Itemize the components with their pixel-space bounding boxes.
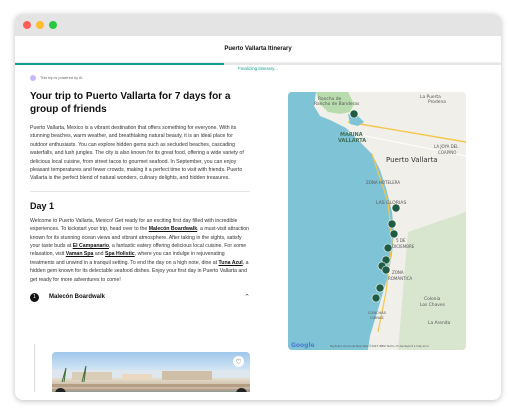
map-label: DICIEMBRE [392,244,415,249]
map-label: La Arenita [428,320,451,326]
place-link-spa-holistic[interactable]: Spa Holistic [105,251,135,257]
ai-note-text: This trip is powered by AI. [40,76,84,80]
divider [30,190,250,192]
map-label: VALLARTA [338,138,366,144]
google-logo: Google [291,342,315,349]
map-marker[interactable] [387,219,397,229]
title-bar [15,14,501,36]
map-label: CONCHAS [368,311,387,315]
map-label: 5 DE [396,238,406,243]
map-label: LA JOYA DEL [434,144,459,149]
maximize-window-button[interactable] [49,21,57,29]
day-title: Day 1 [30,200,55,211]
place-link-el-campanario[interactable]: El Campanario [73,243,109,249]
place-link-tuna-azul[interactable]: Tuna Azul [219,260,243,266]
map-label: Puerto Vallarta [386,156,438,164]
minimize-window-button[interactable] [36,21,44,29]
favorite-heart-icon[interactable]: ♡ [233,356,244,367]
chevron-up-icon[interactable]: ⌃ [244,293,250,301]
map-label: Colonia [424,296,441,302]
map-marker[interactable] [391,203,401,213]
close-window-button[interactable] [23,21,31,29]
ai-note: This trip is powered by AI. [30,75,250,81]
place-header[interactable]: 1 Malecón Boardwalk ⌃ [30,292,250,302]
map-label: ZONA HOTELERA [366,180,400,185]
ai-sparkle-icon [30,75,36,81]
progress-fill [15,63,224,65]
place-photo: ♡ ← → [52,352,250,392]
map[interactable]: Rancho de Rancho de Banderas La Puerta P… [288,92,466,350]
map-footer[interactable]: Keyboard shortcuts Map data ©2023 INEGI … [330,344,430,348]
map-label: Rancho de Banderas [314,101,360,107]
page-header: Puerto Vallarta Itinerary [15,36,501,63]
place-link-malecon[interactable]: Malecón Boardwalk [149,226,197,232]
trip-intro: Puerto Vallarta, Mexico is a vibrant des… [30,125,244,182]
map-marker[interactable] [375,283,385,293]
map-label: ROMÁNTICA [388,276,413,281]
map-marker[interactable] [383,243,393,253]
map-marker[interactable] [371,293,381,303]
day-text: and [93,251,105,258]
progress-bar [15,63,501,65]
place-name: Malecón Boardwalk [49,294,106,301]
map-label: COAPINO [438,150,456,155]
map-label: CHINAS [370,316,384,320]
itinerary-panel: This trip is powered by AI. Your trip to… [30,72,250,386]
place-number-badge: 1 [30,292,39,302]
place-link-vaman-spa[interactable]: Vaman Spa [66,251,94,257]
map-marker[interactable] [349,109,359,119]
map-label: LAS GLORIAS [376,200,406,206]
map-marker[interactable] [381,265,391,275]
map-label: Los Chaves [420,302,446,308]
map-label: Prodena [428,99,446,105]
page-title: Puerto Vallarta Itinerary [224,46,292,52]
map-marker[interactable] [389,229,399,239]
next-photo-button[interactable]: → [236,388,247,392]
trip-title: Your trip to Puerto Vallarta for 7 days … [30,91,231,115]
previous-photo-button[interactable]: ← [55,388,66,392]
day-description: Welcome to Puerto Vallarta, Mexico! Get … [30,217,250,284]
photo-scene-icon [52,365,250,390]
map-canvas[interactable]: Rancho de Rancho de Banderas La Puerta P… [288,92,466,350]
map-label: ZONA [392,270,404,275]
